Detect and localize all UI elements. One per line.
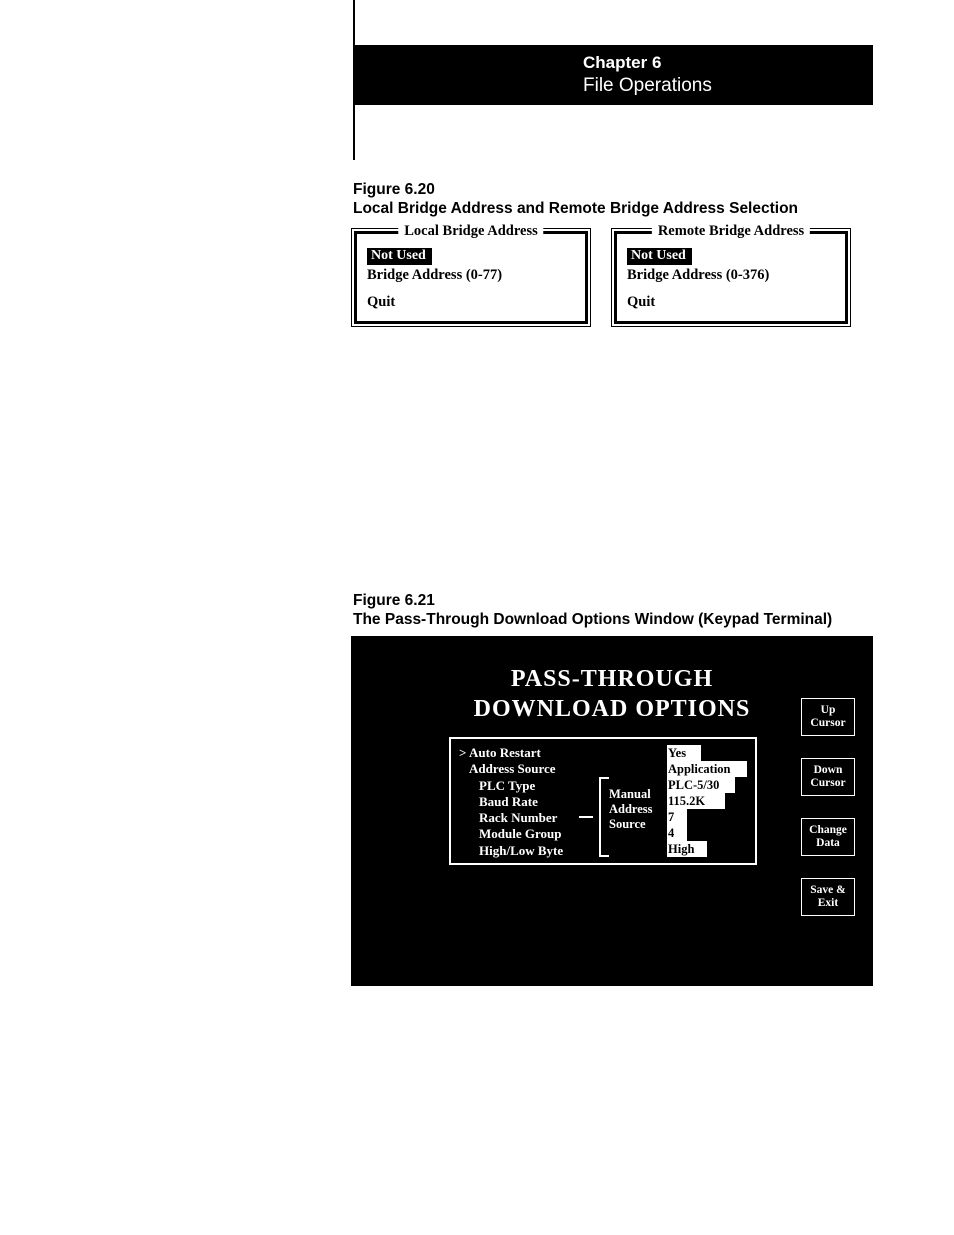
val-address-source[interactable]: Application [667, 761, 747, 777]
change-data-label: Change Data [802, 824, 854, 850]
window-title: PASS-THROUGH DOWNLOAD OPTIONS [351, 636, 873, 724]
opt-rack-number[interactable]: Rack Number [479, 810, 557, 825]
val-baud-rate[interactable]: 115.2K [667, 793, 725, 809]
val-high-low-byte[interactable]: High [667, 841, 707, 857]
val-plc-type[interactable]: PLC-5/30 [667, 777, 735, 793]
val-module-group[interactable]: 4 [667, 825, 687, 841]
local-range[interactable]: Bridge Address (0-77) [367, 267, 575, 284]
window-title-line2: DOWNLOAD OPTIONS [351, 694, 873, 724]
option-values: Yes Application PLC-5/30 115.2K 7 4 High [667, 745, 747, 857]
opt-high-low-byte[interactable]: High/Low Byte [479, 843, 563, 858]
local-legend: Local Bridge Address [398, 223, 543, 240]
figure-label: Figure 6.21 [353, 591, 832, 610]
down-cursor-button[interactable]: Down Cursor [801, 758, 855, 796]
manual-address-source-label: Manual Address Source [609, 787, 653, 832]
save-exit-label: Save & Exit [802, 884, 854, 910]
mas-l3: Source [609, 817, 653, 832]
opt-module-group[interactable]: Module Group [479, 826, 561, 841]
opt-auto-restart[interactable]: Auto Restart [469, 745, 541, 760]
chapter-number: Chapter 6 [583, 53, 873, 73]
mas-l1: Manual [609, 787, 653, 802]
down-cursor-label: Down Cursor [802, 764, 854, 790]
local-not-used[interactable]: Not Used [367, 248, 432, 265]
local-quit[interactable]: Quit [367, 294, 575, 311]
opt-address-source[interactable]: Address Source [469, 761, 556, 776]
bracket-icon [591, 777, 609, 857]
save-exit-button[interactable]: Save & Exit [801, 878, 855, 916]
remote-bridge-box: Remote Bridge Address Not Used Bridge Ad… [611, 228, 851, 327]
remote-not-used[interactable]: Not Used [627, 248, 692, 265]
options-panel: >Auto Restart Address Source PLC Type Ba… [449, 737, 757, 865]
local-bridge-box: Local Bridge Address Not Used Bridge Add… [351, 228, 591, 327]
mas-l2: Address [609, 802, 653, 817]
remote-range[interactable]: Bridge Address (0-376) [627, 267, 835, 284]
cursor-indicator: > [459, 745, 469, 761]
figure-6-20-caption: Figure 6.20 Local Bridge Address and Rem… [353, 180, 798, 219]
opt-plc-type[interactable]: PLC Type [479, 778, 535, 793]
up-cursor-button[interactable]: Up Cursor [801, 698, 855, 736]
figure-6-21-caption: Figure 6.21 The Pass-Through Download Op… [353, 591, 832, 630]
val-rack-number[interactable]: 7 [667, 809, 687, 825]
chapter-title: File Operations [583, 75, 873, 97]
val-auto-restart[interactable]: Yes [667, 745, 701, 761]
remote-quit[interactable]: Quit [627, 294, 835, 311]
chapter-banner: Chapter 6 File Operations [353, 45, 873, 105]
pass-through-window: PASS-THROUGH DOWNLOAD OPTIONS >Auto Rest… [351, 636, 873, 986]
figure-label: Figure 6.20 [353, 180, 798, 199]
change-data-button[interactable]: Change Data [801, 818, 855, 856]
window-title-line1: PASS-THROUGH [351, 664, 873, 694]
figure-desc: Local Bridge Address and Remote Bridge A… [353, 199, 798, 218]
softkey-column: Up Cursor Down Cursor Change Data Save &… [801, 698, 855, 916]
up-cursor-label: Up Cursor [802, 704, 854, 730]
opt-baud-rate[interactable]: Baud Rate [479, 794, 538, 809]
option-labels: >Auto Restart Address Source PLC Type Ba… [459, 745, 563, 859]
remote-legend: Remote Bridge Address [652, 223, 810, 240]
figure-desc: The Pass-Through Download Options Window… [353, 610, 832, 629]
